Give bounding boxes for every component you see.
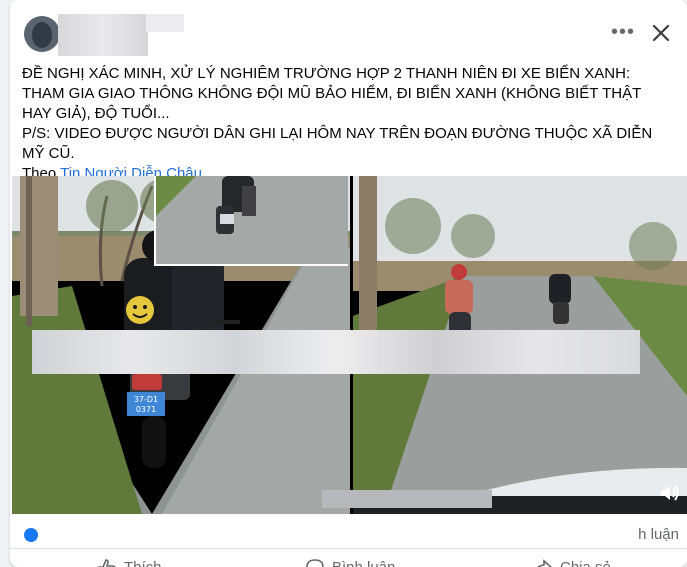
author-name-redacted xyxy=(58,14,148,56)
like-icon xyxy=(98,559,116,567)
post-header: ••• xyxy=(10,0,687,62)
more-icon[interactable]: ••• xyxy=(610,22,636,46)
post-stats: h luận xyxy=(10,520,687,550)
post-card: ••• ĐỀ NGHỊ XÁC MINH, XỬ LÝ NGHIÊM TRƯỜN… xyxy=(10,0,687,567)
share-label: Chia sẻ xyxy=(560,559,611,567)
author-meta-redacted xyxy=(146,14,184,32)
post-text: ĐỀ NGHỊ XÁC MINH, XỬ LÝ NGHIÊM TRƯỜNG HỢ… xyxy=(22,64,672,184)
volume-icon[interactable] xyxy=(659,482,681,504)
post-actions: Thích Bình luận Chia sẻ xyxy=(10,548,687,567)
svg-text:37-D1: 37-D1 xyxy=(134,395,158,404)
redacted-bar xyxy=(32,330,640,374)
video-controls xyxy=(357,474,687,514)
photo-inset xyxy=(154,176,348,266)
post-line-2: P/S: VIDEO ĐƯỢC NGƯỜI DÂN GHI LẠI HÔM NA… xyxy=(22,125,653,162)
comment-label: Bình luận xyxy=(332,559,395,567)
like-label: Thích xyxy=(124,559,162,567)
comment-icon xyxy=(306,559,324,567)
post-line-1: ĐỀ NGHỊ XÁC MINH, XỬ LÝ NGHIÊM TRƯỜNG HỢ… xyxy=(22,65,641,122)
like-reaction-icon[interactable] xyxy=(24,528,38,542)
comments-count[interactable]: h luận xyxy=(638,526,679,543)
svg-text:0371: 0371 xyxy=(136,405,156,414)
avatar[interactable] xyxy=(24,16,60,52)
close-icon[interactable] xyxy=(648,20,674,46)
share-icon xyxy=(537,559,553,567)
